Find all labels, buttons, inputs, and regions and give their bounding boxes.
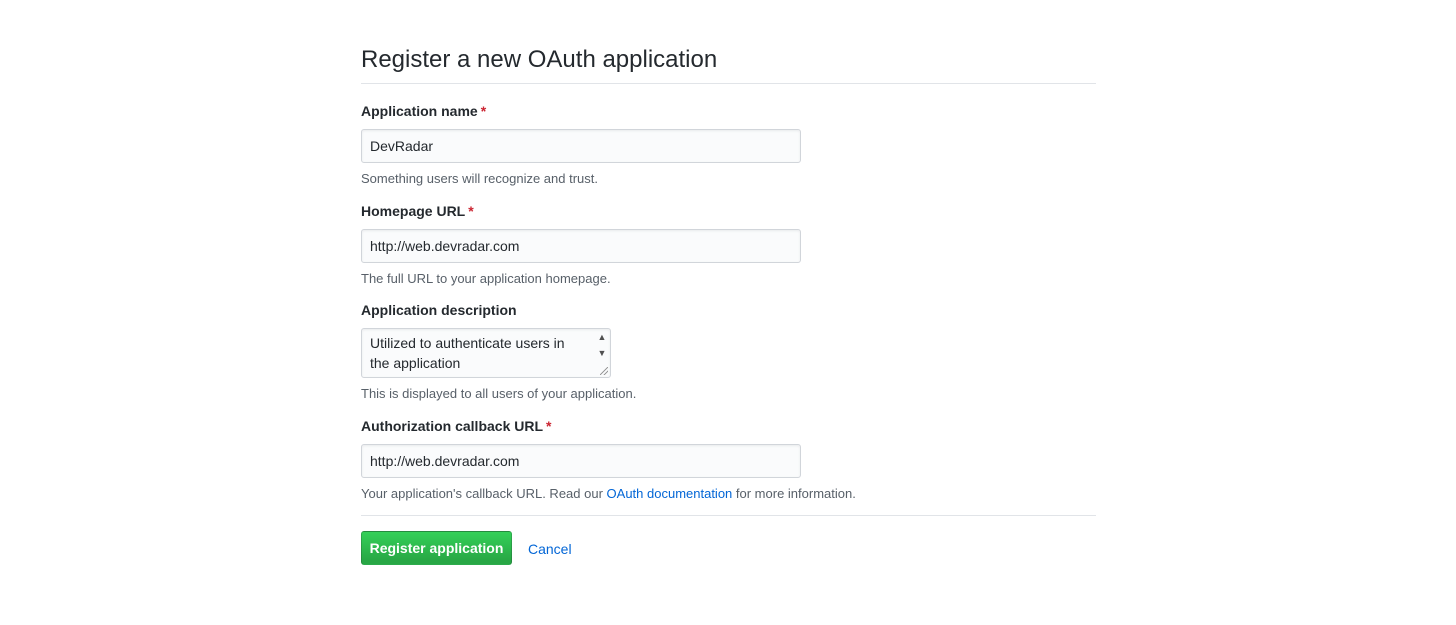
callback-url-group: Authorization callback URL* Your applica… [361,416,1096,503]
callback-url-label-text: Authorization callback URL [361,418,544,434]
scroll-up-arrow-icon[interactable]: ▲ [596,331,608,343]
page-title: Register a new OAuth application [361,0,1096,84]
description-textarea-text[interactable]: Utilized to authenticate users in the ap… [370,333,582,373]
app-name-label: Application name * [361,101,1096,121]
homepage-url-input[interactable] [361,229,801,263]
app-name-input[interactable] [361,129,801,163]
oauth-app-form-container: Register a new OAuth application Applica… [361,0,1096,565]
homepage-url-note: The full URL to your application homepag… [361,271,611,286]
scroll-down-arrow-icon[interactable]: ▼ [596,347,608,359]
description-textarea[interactable]: Utilized to authenticate users in the ap… [361,328,611,378]
description-note: This is displayed to all users of your a… [361,386,637,401]
cancel-link[interactable]: Cancel [528,539,572,559]
callback-url-note-prefix: Your application's callback URL. Read ou… [361,486,607,501]
app-name-note: Something users will recognize and trust… [361,171,599,186]
homepage-url-label: Homepage URL * [361,201,1096,221]
description-scrollbar[interactable]: ▲ ▼ [596,331,608,365]
description-label: Application description [361,302,517,318]
homepage-url-group: Homepage URL* The full URL to your appli… [361,201,1096,288]
description-group: Application description Utilized to auth… [361,300,1096,403]
app-name-label-text: Application name [361,103,478,119]
homepage-url-label-text: Homepage URL [361,203,466,219]
required-marker: * [468,203,474,219]
app-name-group: Application name* Something users will r… [361,101,1096,188]
callback-url-note: Your application's callback URL. Read ou… [361,485,1096,503]
required-marker: * [480,103,487,119]
oauth-documentation-link[interactable]: OAuth documentation [607,486,733,501]
form-actions-divider [361,515,1096,516]
callback-url-input[interactable] [361,444,801,478]
callback-url-label: Authorization callback URL * [361,416,1096,436]
required-marker: * [546,418,552,434]
callback-url-note-suffix: for more information. [732,486,856,501]
resize-grip-icon[interactable] [600,367,608,375]
register-application-button[interactable]: Register application [361,531,512,565]
